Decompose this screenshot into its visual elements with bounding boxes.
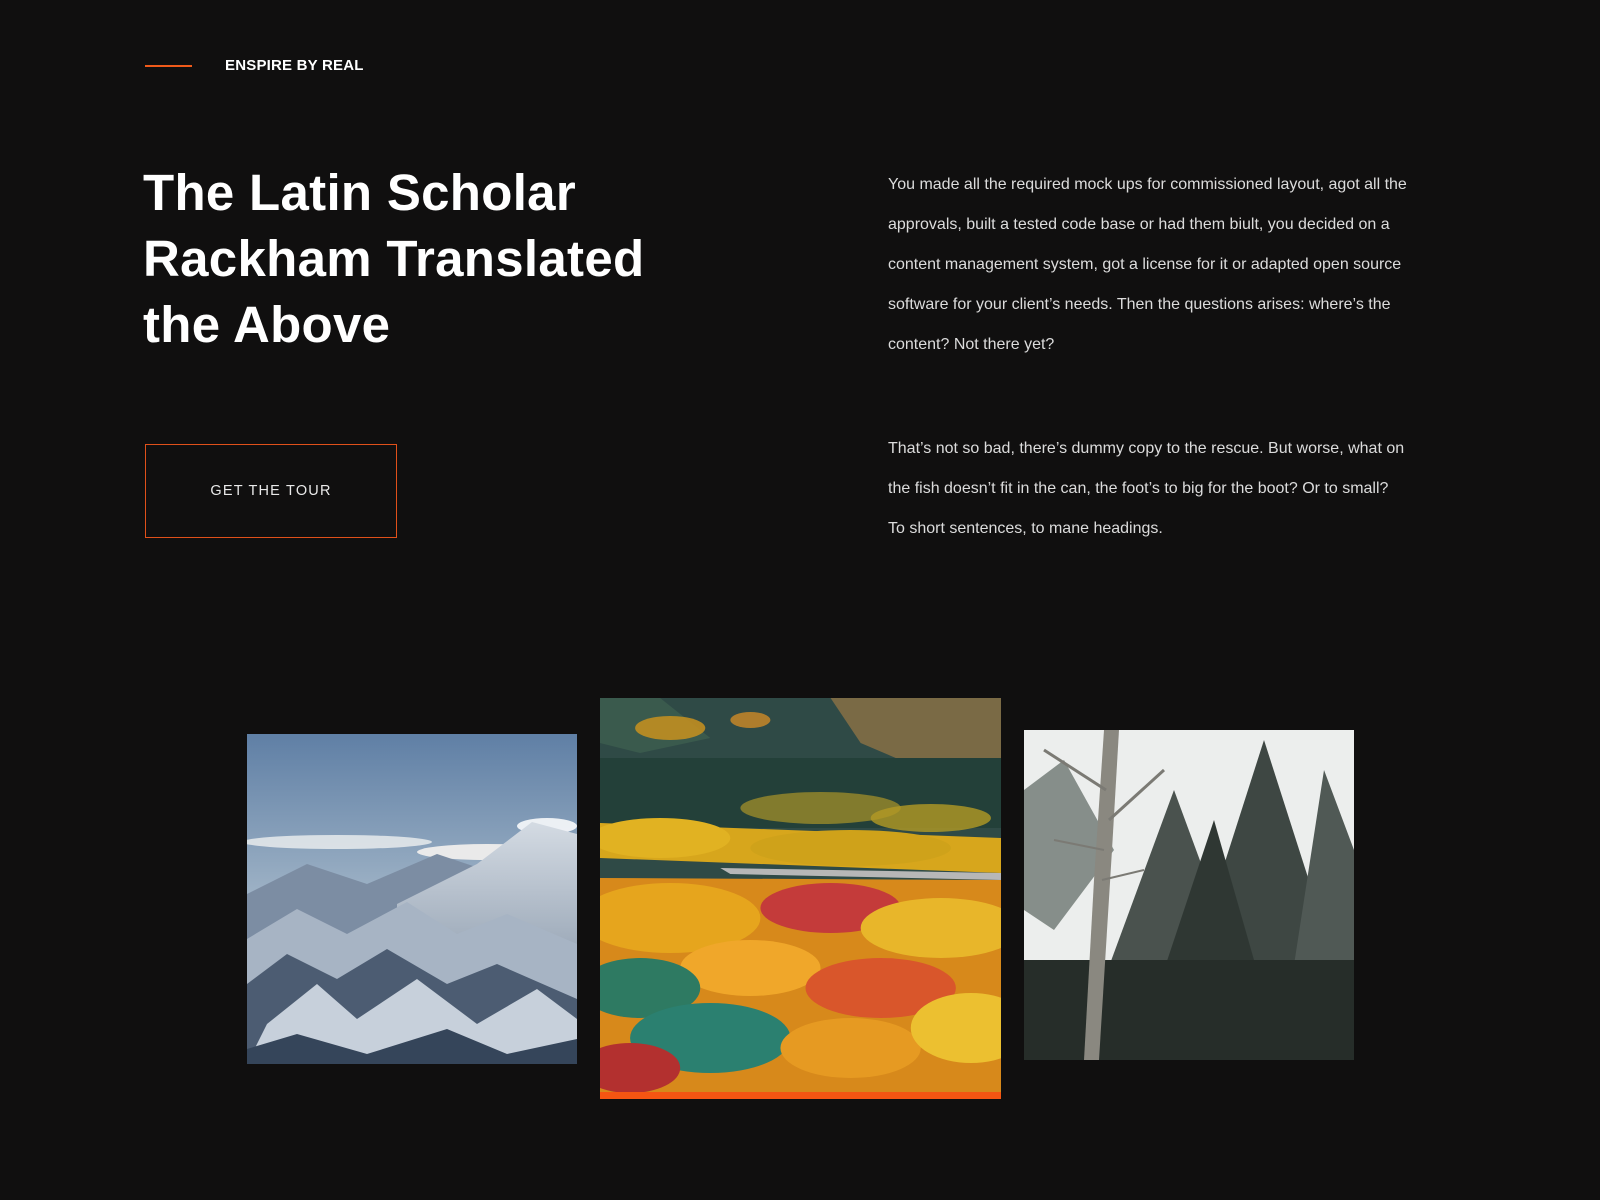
mountains-illustration [247,734,577,1064]
get-tour-button-label: GET THE TOUR [210,483,332,499]
gallery-image-autumn-forest[interactable] [600,698,1001,1099]
section-eyebrow: ENSPIRE BY REAL [145,55,364,77]
intro-paragraph: You made all the required mock ups for c… [888,176,1407,353]
eyebrow-label: ENSPIRE BY REAL [225,57,364,74]
page-title: The Latin Scholar Rackham Translated the… [143,160,703,358]
secondary-paragraph: That’s not so bad, there’s dummy copy to… [888,440,1405,537]
title-line-2: Rackham Translated [143,230,645,287]
get-tour-button[interactable]: GET THE TOUR [145,444,397,538]
eyebrow-accent-line [145,65,192,67]
frost-trees-illustration [1024,730,1354,1060]
title-line-1: The Latin Scholar [143,164,576,221]
gallery-image-mountains[interactable] [247,734,577,1064]
autumn-forest-illustration [600,698,1001,1092]
title-line-3: the Above [143,296,391,353]
gallery-image-frost-trees[interactable] [1024,730,1354,1060]
